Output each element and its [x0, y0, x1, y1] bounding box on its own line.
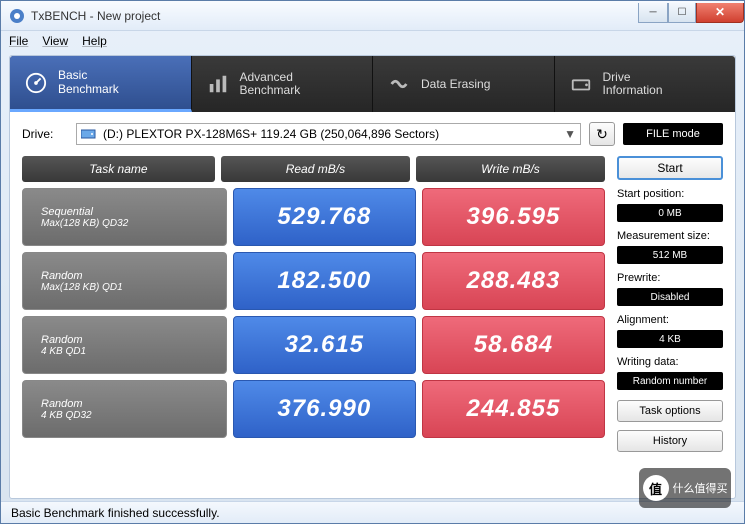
prewrite-value[interactable]: Disabled [617, 288, 723, 306]
file-mode-button[interactable]: FILE mode [623, 123, 723, 145]
drive-value: (D:) PLEXTOR PX-128M6S+ 119.24 GB (250,0… [103, 127, 439, 141]
write-value: 288.483 [422, 252, 605, 310]
app-window: TxBENCH - New project ─ ☐ ✕ File View He… [0, 0, 745, 524]
start-button[interactable]: Start [617, 156, 723, 180]
window-title: TxBENCH - New project [31, 9, 638, 23]
menu-help[interactable]: Help [82, 34, 107, 48]
writing-data-value[interactable]: Random number [617, 372, 723, 390]
watermark-text: 什么值得买 [673, 480, 728, 496]
task-sequential-qd32: SequentialMax(128 KB) QD32 [22, 188, 227, 246]
read-value: 182.500 [233, 252, 416, 310]
tabbar: Basic Benchmark Advanced Benchmark Data … [10, 56, 735, 112]
window-controls: ─ ☐ ✕ [638, 3, 744, 23]
read-value: 376.990 [233, 380, 416, 438]
watermark: 值 什么值得买 [639, 468, 731, 508]
tab-data-erasing[interactable]: Data Erasing [373, 56, 555, 112]
minimize-button[interactable]: ─ [638, 3, 668, 23]
gauge-icon [24, 71, 48, 95]
tab-drive-information[interactable]: Drive Information [555, 56, 736, 112]
main-area: Task name Read mB/s Write mB/s Sequentia… [10, 156, 735, 498]
alignment-label: Alignment: [617, 314, 723, 326]
tab-label: Advanced Benchmark [240, 71, 301, 97]
drive-select[interactable]: (D:) PLEXTOR PX-128M6S+ 119.24 GB (250,0… [76, 123, 581, 145]
tab-label: Basic Benchmark [58, 69, 119, 95]
read-value: 529.768 [233, 188, 416, 246]
menu-file[interactable]: File [9, 34, 28, 48]
tab-basic-benchmark[interactable]: Basic Benchmark [10, 56, 192, 112]
drive-label: Drive: [22, 127, 68, 141]
drive-row: Drive: (D:) PLEXTOR PX-128M6S+ 119.24 GB… [10, 112, 735, 156]
status-bar: Basic Benchmark finished successfully. [1, 501, 744, 523]
menu-view[interactable]: View [42, 34, 68, 48]
chevron-down-icon: ▼ [564, 127, 576, 141]
history-button[interactable]: History [617, 430, 723, 452]
result-row: SequentialMax(128 KB) QD32 529.768 396.5… [22, 188, 605, 246]
prewrite-label: Prewrite: [617, 272, 723, 284]
result-row: RandomMax(128 KB) QD1 182.500 288.483 [22, 252, 605, 310]
header-write: Write mB/s [416, 156, 605, 182]
maximize-button[interactable]: ☐ [668, 3, 696, 23]
drive-icon [569, 72, 593, 96]
app-icon [9, 8, 25, 24]
refresh-icon: ↻ [596, 126, 608, 143]
measurement-size-label: Measurement size: [617, 230, 723, 242]
alignment-value[interactable]: 4 KB [617, 330, 723, 348]
watermark-icon: 值 [643, 475, 669, 501]
side-panel: Start Start position: 0 MB Measurement s… [617, 156, 723, 490]
content-pane: Basic Benchmark Advanced Benchmark Data … [9, 55, 736, 499]
tab-label: Drive Information [603, 71, 663, 97]
tab-label: Data Erasing [421, 77, 490, 91]
write-value: 244.855 [422, 380, 605, 438]
close-button[interactable]: ✕ [696, 3, 744, 23]
write-value: 396.595 [422, 188, 605, 246]
bars-icon [206, 72, 230, 96]
measurement-size-value[interactable]: 512 MB [617, 246, 723, 264]
task-options-button[interactable]: Task options [617, 400, 723, 422]
disk-icon [81, 128, 97, 140]
refresh-button[interactable]: ↻ [589, 122, 615, 146]
writing-data-label: Writing data: [617, 356, 723, 368]
header-task: Task name [22, 156, 215, 182]
results-table: Task name Read mB/s Write mB/s Sequentia… [22, 156, 605, 490]
tab-advanced-benchmark[interactable]: Advanced Benchmark [192, 56, 374, 112]
titlebar: TxBENCH - New project ─ ☐ ✕ [1, 1, 744, 31]
header-read: Read mB/s [221, 156, 410, 182]
write-value: 58.684 [422, 316, 605, 374]
erase-icon [387, 72, 411, 96]
read-value: 32.615 [233, 316, 416, 374]
result-row: Random4 KB QD1 32.615 58.684 [22, 316, 605, 374]
task-random-128k-qd1: RandomMax(128 KB) QD1 [22, 252, 227, 310]
header-row: Task name Read mB/s Write mB/s [22, 156, 605, 182]
task-random-4k-qd1: Random4 KB QD1 [22, 316, 227, 374]
start-position-label: Start position: [617, 188, 723, 200]
task-random-4k-qd32: Random4 KB QD32 [22, 380, 227, 438]
menubar: File View Help [1, 31, 744, 51]
result-row: Random4 KB QD32 376.990 244.855 [22, 380, 605, 438]
start-position-value[interactable]: 0 MB [617, 204, 723, 222]
